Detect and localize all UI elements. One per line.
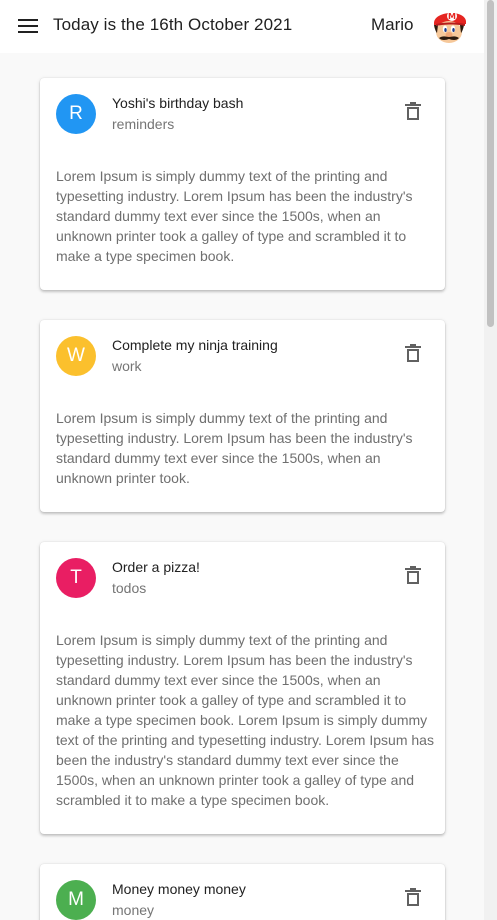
note-avatar: W <box>56 336 96 376</box>
trash-icon <box>405 344 421 362</box>
note-title: Yoshi's birthday bash <box>112 95 244 111</box>
note-category: money <box>112 902 155 918</box>
trash-icon <box>405 566 421 584</box>
app-bar: Today is the 16th October 2021 Mario M <box>0 0 484 53</box>
note-body: Lorem Ipsum is simply dummy text of the … <box>56 168 413 264</box>
delete-button[interactable] <box>396 880 430 914</box>
notes-list: R Yoshi's birthday bash reminders Lorem … <box>0 53 484 920</box>
note-body: Lorem Ipsum is simply dummy text of the … <box>56 632 434 808</box>
note-avatar: T <box>56 558 96 598</box>
note-title: Complete my ninja training <box>112 337 278 353</box>
note-body: Lorem Ipsum is simply dummy text of the … <box>56 410 413 486</box>
note-title: Money money money <box>112 881 246 897</box>
note-category: reminders <box>112 116 175 132</box>
trash-icon <box>405 888 421 906</box>
note-card: W Complete my ninja training work Lorem … <box>40 320 445 512</box>
mario-avatar: M <box>428 5 470 47</box>
delete-button[interactable] <box>396 558 430 592</box>
menu-button[interactable] <box>14 14 42 38</box>
note-avatar: R <box>56 94 96 134</box>
note-card: T Order a pizza! todos Lorem Ipsum is si… <box>40 542 445 834</box>
note-category: todos <box>112 580 147 596</box>
trash-icon <box>405 102 421 120</box>
delete-button[interactable] <box>396 94 430 128</box>
user-name: Mario <box>371 15 414 34</box>
note-card: R Yoshi's birthday bash reminders Lorem … <box>40 78 445 290</box>
note-card: M Money money money money <box>40 864 445 920</box>
scrollbar[interactable] <box>484 0 497 920</box>
delete-button[interactable] <box>396 336 430 370</box>
svg-text:M: M <box>448 12 456 21</box>
menu-icon <box>18 19 38 33</box>
scrollbar-thumb[interactable] <box>487 0 494 327</box>
note-avatar: M <box>56 880 96 920</box>
note-category: work <box>112 358 142 374</box>
user-avatar[interactable]: M <box>428 5 470 47</box>
page-title: Today is the 16th October 2021 <box>53 15 293 34</box>
note-title: Order a pizza! <box>112 559 200 575</box>
